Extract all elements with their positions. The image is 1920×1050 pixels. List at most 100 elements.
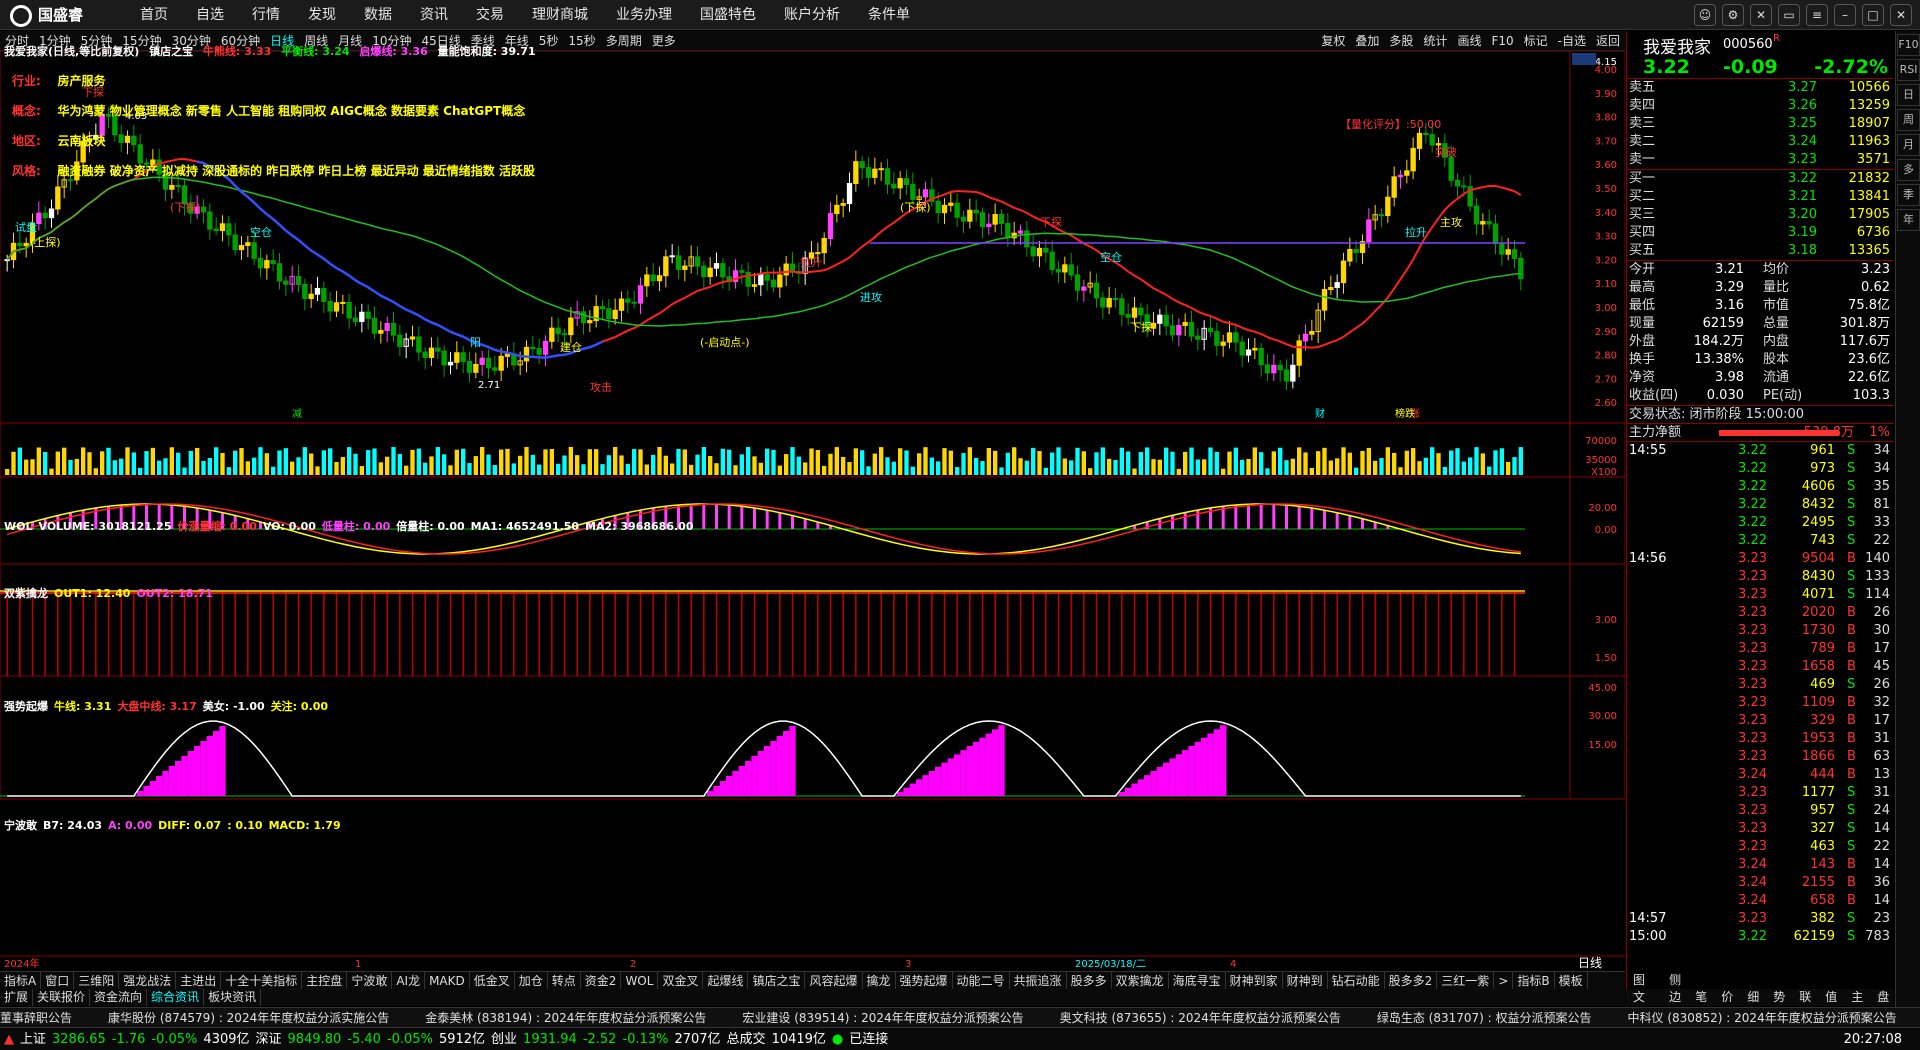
menu-item[interactable]: 理财商城 xyxy=(532,0,588,30)
indicator-tab[interactable]: 宁波敢 xyxy=(347,971,393,990)
indicator-tab[interactable]: MAKD xyxy=(425,971,470,990)
tick-row[interactable]: 3.23 327 S 14 xyxy=(1627,820,1894,838)
sidebar-button[interactable]: F10 xyxy=(1897,34,1920,56)
news-item[interactable]: 董事辞职公告 xyxy=(0,1008,72,1027)
sh-label[interactable]: 上证 xyxy=(20,1028,46,1050)
news-item[interactable]: 宏业建设 (839514) : 2024年年度权益分派预案公告 xyxy=(742,1008,1023,1027)
indicator-tab[interactable]: 动能二号 xyxy=(953,971,1010,990)
panel-subtab[interactable]: 联 xyxy=(1792,989,1818,1006)
tick-row[interactable]: 3.23 8430 S 133 xyxy=(1627,568,1894,586)
panel-subtab[interactable]: 笔 xyxy=(1688,989,1714,1006)
panel-subtab[interactable]: 盘 xyxy=(1870,989,1896,1006)
indicator-tab[interactable]: 股多多 xyxy=(1067,971,1112,990)
sidebar-button[interactable]: 周 xyxy=(1897,109,1920,131)
tick-row[interactable]: 3.22 8432 S 81 xyxy=(1627,496,1894,514)
menu-item[interactable]: 行情 xyxy=(252,0,280,30)
minimize-icon[interactable]: – xyxy=(1834,4,1856,26)
news-item[interactable]: 奥文科技 (873655) : 2024年年度权益分派预案公告 xyxy=(1060,1008,1341,1027)
tick-row[interactable]: 3.23 1953 B 31 xyxy=(1627,730,1894,748)
indicator-tab[interactable]: 财神到家 xyxy=(1226,971,1283,990)
indicator-tab[interactable]: 风容起爆 xyxy=(805,971,863,990)
tick-row[interactable]: 3.23 2020 B 26 xyxy=(1627,604,1894,622)
indicator-tab[interactable]: 钻石动能 xyxy=(1328,971,1385,990)
panel-subtab[interactable]: 价 xyxy=(1714,989,1740,1006)
close-icon[interactable]: ✕ xyxy=(1890,4,1912,26)
sidebar-button[interactable]: 年 xyxy=(1897,209,1920,231)
chart-tool-button[interactable]: -自选 xyxy=(1558,31,1586,51)
news-item[interactable]: 金泰美林 (838194) : 2024年年度权益分派预案公告 xyxy=(425,1008,706,1027)
restore-icon[interactable]: ▭ xyxy=(1778,4,1800,26)
sidebar-button[interactable]: 月 xyxy=(1897,134,1920,156)
menu-item[interactable]: 条件单 xyxy=(868,0,910,30)
tick-row[interactable]: 3.23 789 B 17 xyxy=(1627,640,1894,658)
indicator-tab[interactable]: 加仓 xyxy=(515,971,548,990)
info-tab[interactable]: 资金流向 xyxy=(90,989,148,1006)
info-tab[interactable]: 综合资讯 xyxy=(147,989,205,1006)
sidebar-button[interactable]: RSI xyxy=(1897,59,1920,81)
tick-row[interactable]: 3.23 463 S 22 xyxy=(1627,838,1894,856)
expand-icon[interactable]: ✕ xyxy=(1750,4,1772,26)
menu-icon[interactable]: ≡ xyxy=(1806,4,1828,26)
news-item[interactable]: 中科仪 (830852) : 2024年年度权益分派预案公告 xyxy=(1628,1008,1897,1027)
menu-item[interactable]: 国盛特色 xyxy=(700,0,756,30)
indicator-tab[interactable]: 低金叉 xyxy=(470,971,515,990)
panel-subtab[interactable]: 值 xyxy=(1818,989,1844,1006)
settings-icon[interactable]: ⚙ xyxy=(1722,4,1744,26)
info-tab[interactable]: 关联报价 xyxy=(33,989,91,1006)
indicator-tab[interactable]: 模板 xyxy=(1555,971,1588,990)
indicator-tab[interactable]: 共振追涨 xyxy=(1010,971,1067,990)
tick-row[interactable]: 3.24 658 B 14 xyxy=(1627,892,1894,910)
news-item[interactable]: 绿岛生态 (831707) : 权益分派预案公告 xyxy=(1377,1008,1592,1027)
menu-item[interactable]: 账户分析 xyxy=(784,0,840,30)
tick-row[interactable]: 3.22 4606 S 35 xyxy=(1627,478,1894,496)
indicator-tab[interactable]: 转点 xyxy=(548,971,581,990)
indicator-tab[interactable]: > xyxy=(1494,971,1514,990)
tick-row[interactable]: 3.22 2495 S 33 xyxy=(1627,514,1894,532)
indicator-tab[interactable]: 三维阳 xyxy=(74,971,120,990)
indicator-tab[interactable]: 强龙战法 xyxy=(119,971,177,990)
kline-chart[interactable]: 4.154.003.903.803.703.603.503.403.303.20… xyxy=(0,50,1626,971)
info-tab[interactable]: 板块资讯 xyxy=(204,989,262,1006)
tick-row[interactable]: 14:56 3.23 9504 B 140 xyxy=(1627,550,1894,568)
tick-row[interactable]: 3.22 743 S 22 xyxy=(1627,532,1894,550)
indicator-tab[interactable]: 股多多2 xyxy=(1385,971,1438,990)
tick-row[interactable]: 15:00 3.22 62159 S 783 xyxy=(1627,928,1894,946)
indicator-tab[interactable]: 窗口 xyxy=(41,971,75,990)
tick-row[interactable]: 14:57 3.23 382 S 23 xyxy=(1627,910,1894,928)
period-tab[interactable]: 多周期 xyxy=(606,31,642,51)
indicator-tab[interactable]: 镇店之宝 xyxy=(748,971,806,990)
indicator-tab[interactable]: 主进出 xyxy=(176,971,222,990)
tick-row[interactable]: 3.24 143 B 14 xyxy=(1627,856,1894,874)
news-item[interactable]: 康华股份 (874579) : 2024年年度权益分派实施公告 xyxy=(108,1008,389,1027)
tick-row[interactable]: 3.22 973 S 34 xyxy=(1627,460,1894,478)
menu-item[interactable]: 自选 xyxy=(196,0,224,30)
tick-list[interactable]: 14:55 3.22 961 S 34 3.22 973 S 34 3.22 4606 S 35 3.22… xyxy=(1627,442,1894,946)
tick-row[interactable]: 3.23 4071 S 114 xyxy=(1627,586,1894,604)
sidebar-button[interactable]: 多 xyxy=(1897,159,1920,181)
chart-tool-button[interactable]: 返回 xyxy=(1596,31,1620,51)
tick-row[interactable]: 3.23 469 S 26 xyxy=(1627,676,1894,694)
menu-item[interactable]: 发现 xyxy=(308,0,336,30)
panel-subtab[interactable]: 势 xyxy=(1766,989,1792,1006)
chart-tool-button[interactable]: 叠加 xyxy=(1355,31,1379,51)
sz-label[interactable]: 深证 xyxy=(256,1028,282,1050)
indicator-tab[interactable]: 三红一紫 xyxy=(1437,971,1495,990)
indicator-tab[interactable]: 双金叉 xyxy=(658,971,704,990)
menu-item[interactable]: 交易 xyxy=(476,0,504,30)
indicator-tab[interactable]: WOL xyxy=(621,971,659,990)
chart-area[interactable]: 4.15 4.00 3.90 3.80 3.70 3.60 3.50 3.40 3.30 3.20… xyxy=(0,45,1626,971)
tick-row[interactable]: 3.24 444 B 13 xyxy=(1627,766,1894,784)
tick-row[interactable]: 14:55 3.22 961 S 34 xyxy=(1627,442,1894,460)
tick-row[interactable]: 3.24 2155 B 36 xyxy=(1627,874,1894,892)
maximize-icon[interactable]: □ xyxy=(1862,4,1884,26)
indicator-tab[interactable]: 主控盘 xyxy=(302,971,348,990)
indicator-tab[interactable]: 财神到 xyxy=(1283,971,1328,990)
menu-item[interactable]: 资讯 xyxy=(420,0,448,30)
indicator-tab[interactable]: AI龙 xyxy=(392,971,426,990)
indicator-tab[interactable]: 强势起爆 xyxy=(896,971,953,990)
sidebar-button[interactable]: 日 xyxy=(1897,84,1920,106)
tick-row[interactable]: 3.23 1109 B 32 xyxy=(1627,694,1894,712)
sidebar-button[interactable]: 季 xyxy=(1897,184,1920,206)
indicator-tab[interactable]: 双紫擒龙 xyxy=(1112,971,1169,990)
chart-tool-button[interactable]: 标记 xyxy=(1524,31,1548,51)
